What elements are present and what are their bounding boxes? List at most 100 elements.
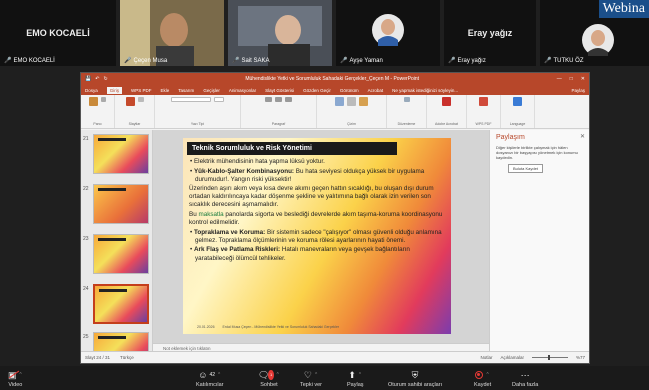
ppt-menubar: Dosya Giriş WPS PDF Ekle Tasarım Geçişle… (81, 85, 589, 95)
chat-button[interactable]: 🗨 1 ⌃ Sohbet (258, 370, 280, 388)
redo-icon[interactable]: ↻ (103, 76, 107, 82)
participant-name-bar: 🎤 Sait SAKA (232, 57, 270, 65)
record-icon: ⌃ (475, 370, 490, 380)
thumb-number: 25 (83, 334, 89, 340)
tell-me-search[interactable]: Ne yapmak istediğinizi söyleyin... (392, 88, 458, 93)
window-title: Mühendislikte Yetki ve Sorumluluk Sahada… (245, 76, 420, 82)
numbering-icon[interactable] (275, 97, 282, 102)
comments-toggle[interactable]: Açıklamalar (500, 355, 524, 360)
font-size-select[interactable] (214, 97, 224, 102)
bullet-bold: Yük-Kablo-Şalter Kombinasyonu: (193, 167, 295, 175)
shield-icon: ⛨ (411, 370, 419, 380)
font-family-select[interactable] (171, 97, 211, 102)
close-icon[interactable]: ✕ (580, 133, 585, 140)
tab-slideshow[interactable]: Slayt Gösterisi (265, 88, 294, 93)
participant-display-name: EMO KOCAELİ (26, 28, 90, 38)
participant-name: Eray yağız (457, 57, 486, 64)
tab-wps-pdf[interactable]: WPS PDF (131, 88, 152, 93)
participant-tile[interactable]: Eray yağız 🎤 Eray yağız (444, 0, 536, 66)
align-icon[interactable] (285, 97, 292, 102)
slide-paragraph: Üzerinden aşırı akım veya kısa devre akı… (189, 185, 434, 209)
slide-thumbnail[interactable] (93, 234, 149, 274)
share-screen-button[interactable]: ⬆ ⌃ Paylaş (347, 370, 364, 388)
meeting-toolbar: ▣⌃ Video ☺42⌃ Katılımcılar 🗨1⌃ Sohbet ♡⌃… (0, 366, 649, 390)
reactions-button[interactable]: ♡ ⌃ Tepki ver (300, 370, 322, 388)
paste-icon[interactable] (89, 97, 98, 106)
participant-name-bar: 🎤 Çeçen Musa (124, 57, 167, 65)
participant-tile[interactable]: 🎤 Sait SAKA (228, 0, 332, 66)
tab-transitions[interactable]: Geçişler (203, 88, 220, 93)
participant-name-bar: 🎤 TUTKU ÖZ (544, 57, 584, 65)
thumb-number: 21 (83, 136, 89, 142)
participant-name-bar: 🎤 Eray yağız (448, 57, 486, 65)
new-slide-icon[interactable] (125, 97, 135, 106)
participant-tile[interactable]: 🎤 Ayşe Yaman (336, 0, 440, 66)
translate-icon[interactable] (513, 97, 522, 106)
current-slide[interactable]: Teknik Sorumluluk ve Risk Yönetimi • Ele… (183, 138, 451, 334)
share-screen-icon: ⬆ ⌃ (348, 370, 363, 380)
save-icon[interactable]: 💾 (85, 76, 91, 82)
record-button[interactable]: ⌃ Kaydet (474, 370, 491, 388)
maximize-icon[interactable]: □ (570, 76, 573, 82)
notes-toggle[interactable]: Notlar (480, 355, 492, 360)
zoom-level[interactable]: %77 (576, 355, 585, 360)
ribbon-group-drawing: Çizim (317, 95, 387, 128)
participant-name-bar: 🎤 Ayşe Yaman (340, 57, 383, 65)
zoom-slider[interactable] (531, 355, 568, 360)
ribbon-group-slides: Slaytlar (115, 95, 155, 128)
participant-name: TUTKU ÖZ (553, 57, 584, 64)
participant-tile[interactable]: Webina 🎤 TUTKU ÖZ (540, 0, 649, 66)
find-icon[interactable] (403, 97, 410, 102)
create-pdf-icon[interactable] (442, 97, 451, 106)
bullet-bold: Topraklama ve Koruma: (193, 228, 266, 236)
cut-icon[interactable] (101, 97, 106, 102)
arrange-icon[interactable] (347, 97, 356, 106)
close-icon[interactable]: ✕ (581, 76, 585, 82)
language-indicator[interactable]: Türkçe (120, 355, 134, 360)
ribbon-group-label: Paragraf (271, 122, 286, 126)
participant-display-name: Eray yağız (467, 28, 513, 38)
more-button[interactable]: ⋯ Daha fazla (512, 370, 538, 388)
shapes-icon[interactable] (335, 97, 344, 106)
slide-thumbnails: 21 22 23 24 25 (81, 130, 153, 352)
muted-mic-icon: 🎤 (4, 58, 12, 64)
tab-file[interactable]: Dosya (85, 88, 98, 93)
participant-name-bar: 🎤 EMO KOCAELİ (4, 57, 55, 65)
window-controls: — □ ✕ (557, 76, 585, 82)
wps-pdf-icon[interactable] (479, 97, 488, 106)
participant-name: Sait SAKA (241, 57, 270, 64)
save-to-cloud-button[interactable]: Buluta Kaydet (508, 164, 543, 173)
layout-icon[interactable] (137, 97, 144, 102)
tab-view[interactable]: Görünüm (340, 88, 359, 93)
slide-thumbnail[interactable] (93, 332, 149, 352)
work-area: 21 22 23 24 25 Teknik Sorumluluk ve Risk… (81, 130, 589, 352)
slide-thumbnail[interactable] (93, 134, 149, 174)
tab-design[interactable]: Tasarım (178, 88, 194, 93)
host-tools-button[interactable]: ⛨ Oturum sahibi araçları (388, 370, 442, 388)
bullets-icon[interactable] (265, 97, 272, 102)
video-button[interactable]: ▣⌃ Video (8, 370, 23, 388)
participant-name: EMO KOCAELİ (13, 57, 55, 64)
tab-home[interactable]: Giriş (106, 86, 123, 94)
slide-thumbnail[interactable] (93, 184, 149, 224)
slide-paragraph: Bu maksatla panolarda sigorta ve besledi… (189, 211, 447, 227)
slide-counter: Slayt 24 / 31 (85, 355, 111, 360)
participant-tile[interactable]: EMO KOCAELİ 🎤 EMO KOCAELİ (0, 0, 116, 66)
share-button[interactable]: Paylaş (571, 88, 585, 93)
tab-review[interactable]: Gözden Geçir (303, 88, 331, 93)
participants-count: 42 (209, 372, 216, 378)
slide-editor: Teknik Sorumluluk ve Risk Yönetimi • Ele… (153, 130, 489, 352)
undo-icon[interactable]: ↶ (95, 76, 99, 82)
video-off-icon: ▣⌃ (8, 370, 23, 380)
minimize-icon[interactable]: — (557, 76, 562, 82)
tab-insert[interactable]: Ekle (161, 88, 170, 93)
participants-button[interactable]: ☺ 42 ⌃ Katılımcılar (196, 370, 224, 388)
quick-styles-icon[interactable] (359, 97, 368, 106)
ribbon-group-font: Yazı Tipi (155, 95, 241, 128)
ribbon-group-label: Slaytlar (128, 122, 141, 126)
tab-acrobat[interactable]: Acrobat (368, 88, 384, 93)
tab-animations[interactable]: Animasyonlar (229, 88, 256, 93)
slide-thumbnail-selected[interactable] (93, 284, 149, 324)
participant-tile-speaking[interactable]: 🎤 Çeçen Musa (120, 0, 224, 66)
ribbon-group-clipboard: Pano (81, 95, 115, 128)
